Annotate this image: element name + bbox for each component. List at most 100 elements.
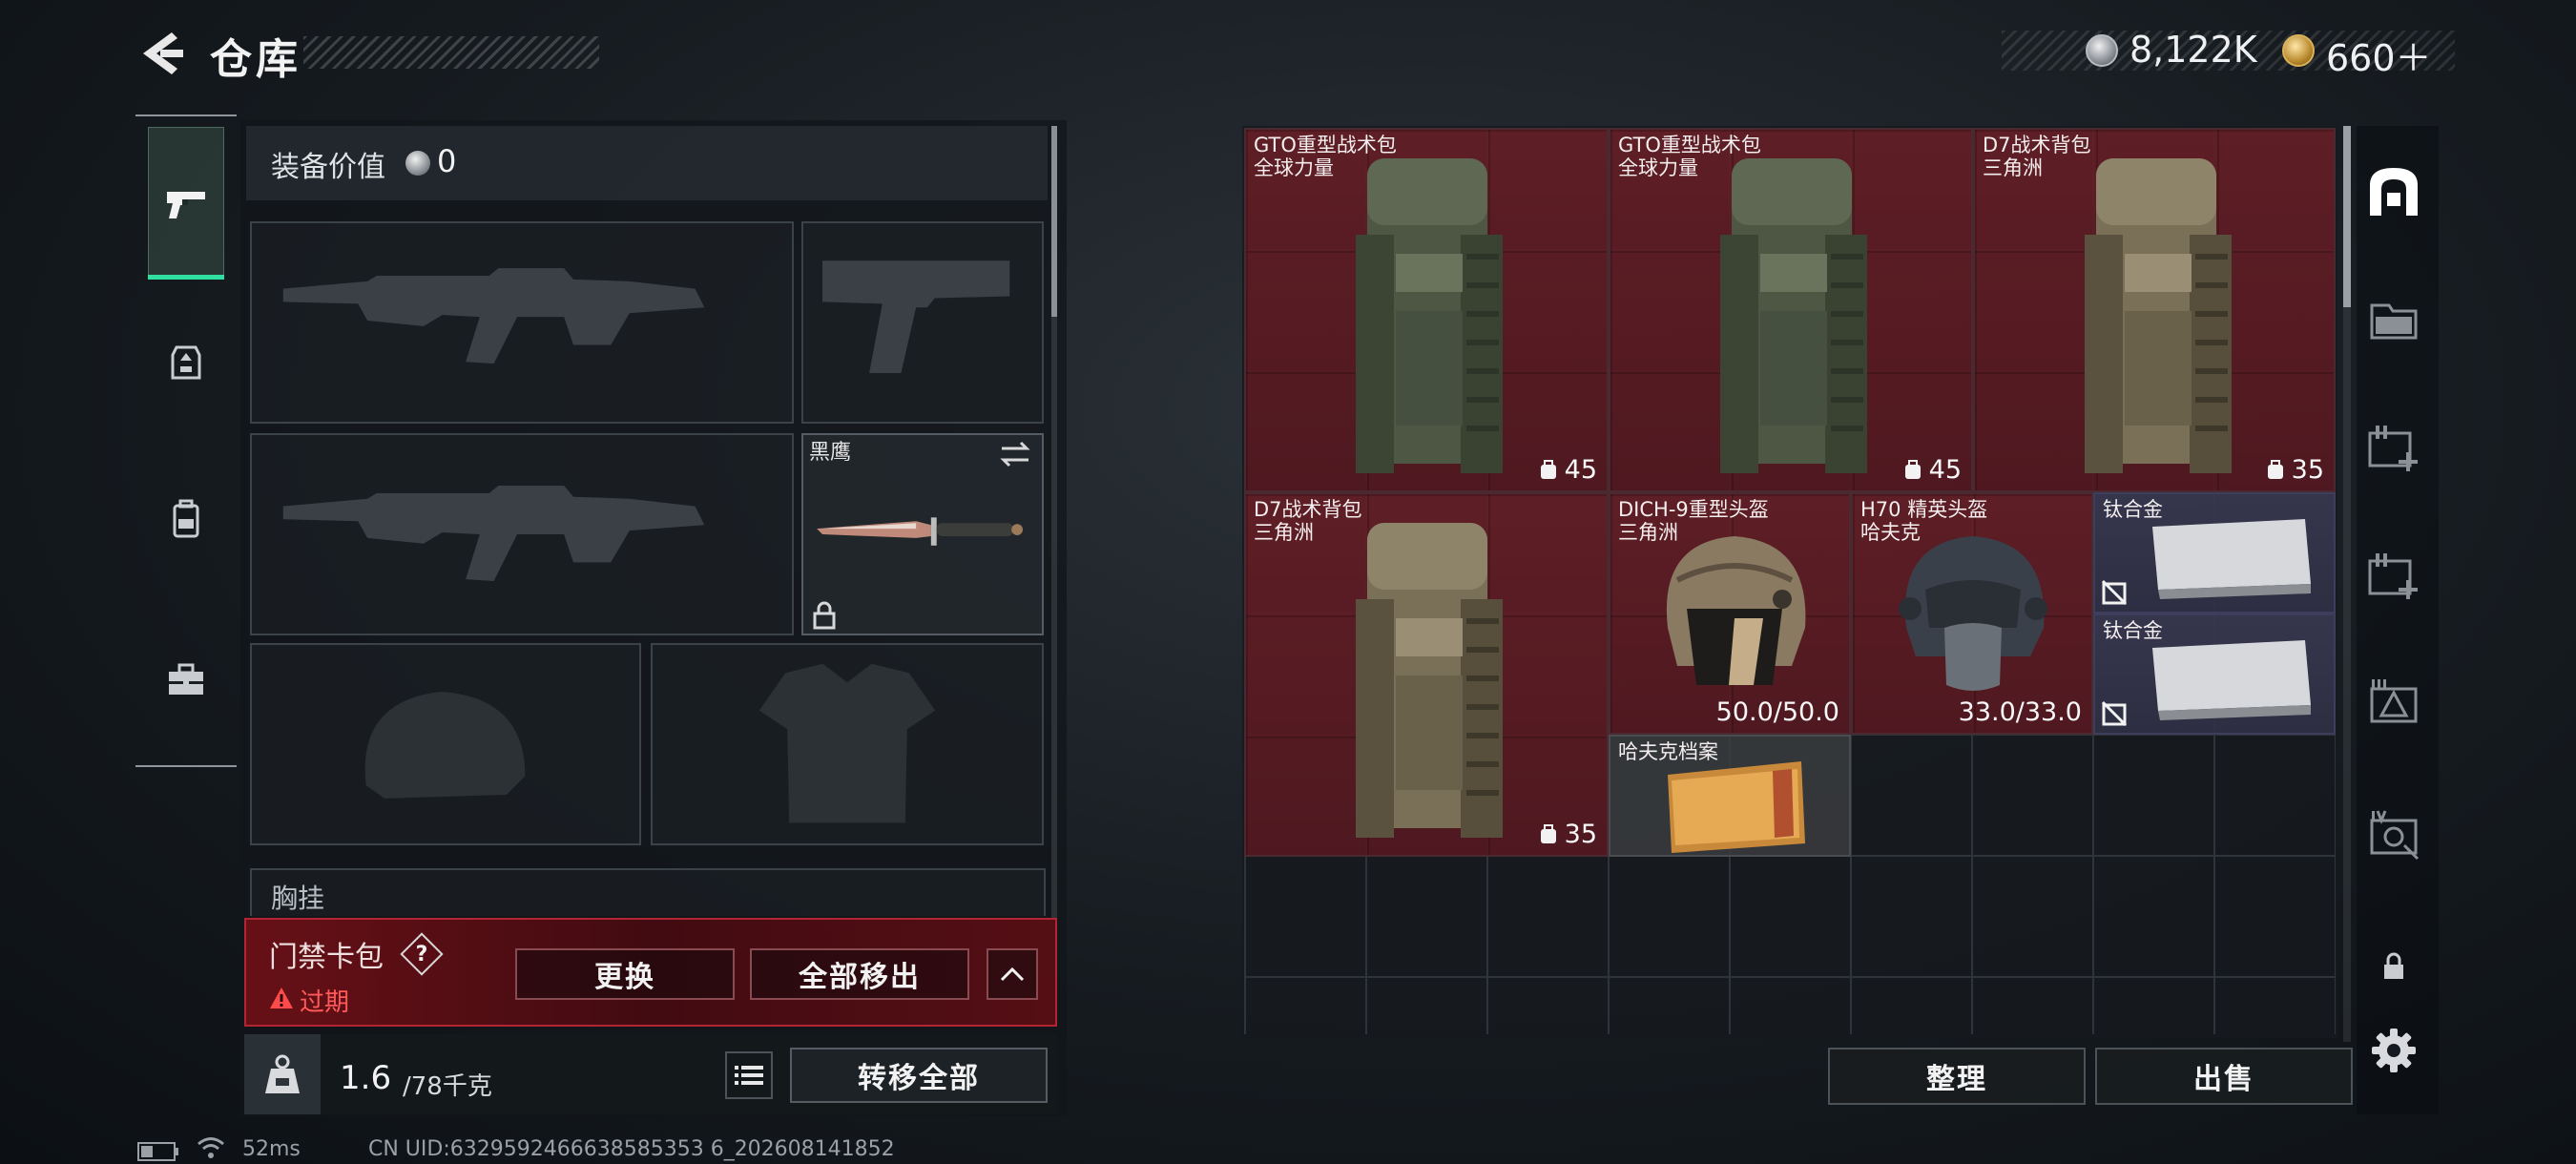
item-durability: 50.0/50.0 [1715,697,1839,727]
no-stack-icon [2101,700,2128,727]
chest-rig-label: 胸挂 [271,883,325,914]
settings-icon[interactable] [2370,1027,2418,1074]
medkit-icon[interactable] [2366,420,2421,475]
page-title: 仓库 [210,35,301,84]
titanium-plate-image [2152,519,2311,599]
backpack-image [2085,158,2232,473]
no-stack-icon [2101,579,2128,606]
help-icon[interactable]: ? [400,932,444,976]
bag-icon [1540,460,1556,479]
titanium-plate-image [2152,640,2311,720]
list-view-button[interactable] [725,1051,773,1099]
pistol-silhouette-icon [822,260,1010,373]
item-backpack[interactable]: D7战术背包 三角洲 35 [1973,128,2336,492]
transfer-all-button[interactable]: 转移全部 [790,1048,1048,1103]
armor-silhouette-icon [758,663,936,823]
rail-divider [135,114,237,116]
item-backpack[interactable]: GTO重型战术包 全球力量 45 [1609,128,1973,492]
equip-value-label: 装备价值 [271,151,385,184]
slot-chest-rig[interactable] [250,868,1046,916]
rifle-silhouette-icon [282,268,705,364]
item-backpack[interactable]: D7战术背包 三角洲 35 [1244,492,1609,857]
sell-button[interactable]: 出售 [2095,1048,2353,1105]
item-name: 钛合金 [2103,498,2163,521]
medkit-icon[interactable] [2366,548,2421,603]
expired-status: 过期 [300,988,350,1017]
toolbox-icon[interactable] [163,656,209,702]
dossier-image [1668,761,1805,853]
backpack-image [1720,158,1867,473]
tier-3-icon[interactable] [2366,676,2421,731]
item-dossier[interactable]: 哈夫克档案 [1609,735,1851,857]
slot-primary-weapon-1[interactable] [250,221,794,424]
home-icon[interactable] [2366,164,2421,219]
warning-icon [270,987,293,1008]
item-name: GTO重型战术包 全球力量 [1618,134,1761,179]
item-name: 哈夫克档案 [1618,740,1718,763]
tier-4-icon[interactable] [2366,807,2421,863]
currency-gold[interactable]: 660＋ [2326,29,2432,81]
slot-primary-weapon-2[interactable] [250,433,794,635]
replace-button[interactable]: 更换 [515,948,735,1000]
item-backpack[interactable]: GTO重型战术包 全球力量 45 [1244,128,1609,492]
rail-divider [135,765,237,767]
item-capacity: 35 [1538,820,1597,849]
scrollbar-thumb[interactable] [2343,126,2351,307]
currency-silver[interactable]: 8,122K [2129,29,2257,71]
item-name: D7战术背包 三角洲 [1254,498,1362,544]
item-name: GTO重型战术包 全球力量 [1254,134,1397,179]
coin-gold-icon [2282,34,2315,67]
helmet-armor-icon[interactable] [163,340,209,385]
back-icon[interactable] [134,29,187,78]
helmet-image [1899,536,2047,691]
backpack-image [1356,158,1503,473]
title-decoration [303,36,599,69]
rifle-silhouette-icon [282,485,705,582]
collapse-button[interactable] [987,948,1038,1000]
item-capacity: 45 [1538,455,1597,485]
item-name: 钛合金 [2103,619,2163,642]
backpack-image [1356,523,1503,838]
coin-silver-icon [2086,34,2118,67]
tab-active-indicator [148,275,224,280]
slot-helmet[interactable] [250,643,641,845]
coin-silver-icon [405,151,430,176]
lock-icon [2384,952,2403,979]
weight-current: 1.6 [340,1059,392,1097]
item-name: H70 精英头盔 哈夫克 [1860,498,1988,544]
scrollbar-thumb[interactable] [1051,126,1057,317]
swap-icon[interactable] [998,439,1032,469]
item-titanium[interactable]: 钛合金 [2093,613,2336,735]
lock-icon [813,601,836,630]
access-card-title: 门禁卡包 [269,941,384,974]
weight-icon [265,1054,300,1093]
weight-max: /78千克 [403,1072,492,1101]
pistol-icon [167,192,205,218]
help-glyph: ? [415,942,428,967]
bag-icon [1540,824,1556,843]
slot-pistol[interactable] [801,221,1044,424]
item-capacity: 35 [2265,455,2324,485]
sort-button[interactable]: 整理 [1828,1048,2086,1105]
chevron-up-icon [1000,967,1025,982]
item-helmet[interactable]: DICH-9重型头盔 三角洲 50.0/50.0 [1609,492,1851,735]
slot-armor[interactable] [651,643,1044,845]
uid: CN UID:6329592466638585353 6_20260814185… [368,1137,895,1161]
battery-icon [137,1142,178,1161]
remove-all-button[interactable]: 全部移出 [750,948,969,1000]
wifi-icon [197,1137,224,1158]
latency: 52ms [242,1137,301,1161]
item-durability: 33.0/33.0 [1958,697,2082,727]
backpack-icon[interactable] [163,496,209,542]
item-capacity: 45 [1902,455,1962,485]
item-name: D7战术背包 三角洲 [1983,134,2091,179]
item-helmet[interactable]: H70 精英头盔 哈夫克 33.0/33.0 [1851,492,2093,735]
helmet-silhouette-icon [364,692,526,799]
list-icon [735,1066,763,1085]
item-name: DICH-9重型头盔 三角洲 [1618,498,1769,544]
equip-value: 0 [437,143,457,179]
folder-icon[interactable] [2366,292,2421,347]
item-titanium[interactable]: 钛合金 [2093,492,2336,613]
bag-icon [2267,460,2283,479]
melee-name: 黑鹰 [809,441,852,465]
